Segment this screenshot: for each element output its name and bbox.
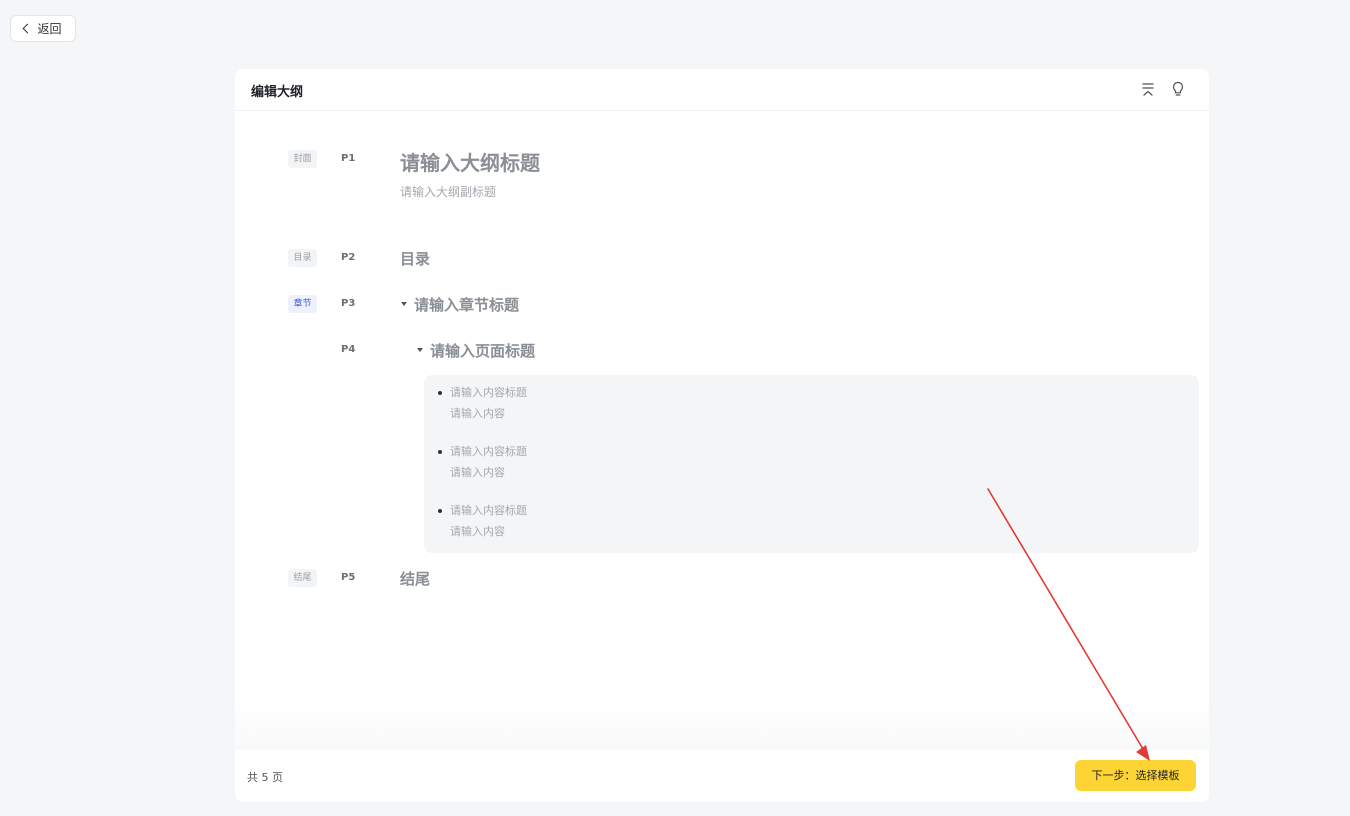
outline-title-input[interactable]: 请输入大纲标题 (400, 147, 540, 176)
outline-editor-card: 编辑大纲 封面 P1 请输入大纲标题 请输入大纲副标题 目录 P2 目录 章节 (235, 69, 1209, 802)
back-button-label: 返回 (37, 22, 62, 36)
bullet-icon (438, 391, 442, 395)
page-number: P4 (341, 344, 356, 355)
next-step-button[interactable]: 下一步：选择模板 (1075, 760, 1196, 791)
caret-down-icon[interactable] (417, 347, 423, 352)
content-item[interactable]: 请输入内容标题 请输入内容 (438, 504, 738, 539)
card-footer: 共 5 页 下一步：选择模板 (235, 750, 1209, 802)
bullet-icon (438, 509, 442, 513)
page-title-text: 请输入页面标题 (430, 342, 536, 360)
content-item-body[interactable]: 请输入内容 (438, 525, 738, 539)
page-number: P1 (341, 153, 356, 164)
content-item[interactable]: 请输入内容标题 请输入内容 (438, 445, 738, 480)
page-number: P3 (341, 298, 356, 309)
content-item-title[interactable]: 请输入内容标题 (438, 386, 738, 400)
ending-tag: 结尾 (288, 569, 317, 587)
page-content-box: 请输入内容标题 请输入内容 请输入内容标题 请输入内容 请输入内容标题 请输入内… (424, 375, 1199, 553)
toc-title[interactable]: 目录 (400, 248, 430, 269)
content-item-title-text: 请输入内容标题 (450, 504, 527, 517)
chapter-title-input[interactable]: 请输入章节标题 (401, 294, 519, 315)
content-item-body[interactable]: 请输入内容 (438, 407, 738, 421)
outline-subtitle-input[interactable]: 请输入大纲副标题 (400, 183, 496, 200)
page-title-input[interactable]: 请输入页面标题 (417, 340, 535, 361)
content-item[interactable]: 请输入内容标题 请输入内容 (438, 386, 738, 421)
footer-fade (235, 700, 1209, 750)
collapse-all-icon[interactable] (1139, 80, 1157, 98)
chevron-left-icon (23, 23, 33, 34)
lightbulb-icon[interactable] (1169, 80, 1187, 98)
chapter-title-text: 请输入章节标题 (414, 296, 520, 314)
page-number: P5 (341, 572, 356, 583)
caret-down-icon[interactable] (401, 301, 407, 306)
content-item-body[interactable]: 请输入内容 (438, 466, 738, 480)
page-number: P2 (341, 252, 356, 263)
ending-title[interactable]: 结尾 (400, 568, 430, 589)
chapter-tag: 章节 (288, 295, 317, 313)
cover-tag: 封面 (288, 150, 317, 168)
content-item-title-text: 请输入内容标题 (450, 386, 527, 399)
card-header: 编辑大纲 (235, 69, 1209, 111)
content-item-title[interactable]: 请输入内容标题 (438, 445, 738, 459)
content-item-title-text: 请输入内容标题 (450, 445, 527, 458)
toc-tag: 目录 (288, 249, 317, 267)
bullet-icon (438, 450, 442, 454)
back-button[interactable]: 返回 (10, 15, 76, 42)
editor-title: 编辑大纲 (251, 85, 304, 100)
page-count: 共 5 页 (247, 771, 283, 784)
content-item-title[interactable]: 请输入内容标题 (438, 504, 738, 518)
